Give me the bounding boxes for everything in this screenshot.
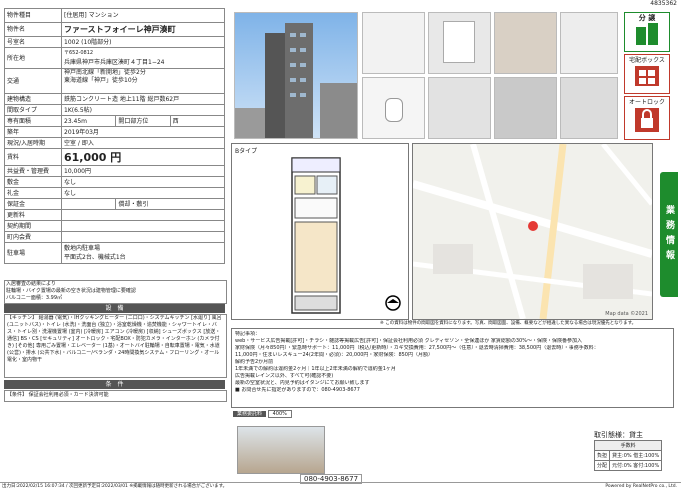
remark-line: 家財保険（月々850円）・緊急時サポート：11,000円（税込/更新時）・カギ交… [235,345,599,351]
guarantee-label: 保証金 [4,198,62,210]
name-label: 物件名 [4,22,62,37]
built-label: 築年 [4,126,62,138]
remark-line: 解約予告2か月前 [235,359,274,365]
layout-value: 1K(6.5帖) [61,104,225,116]
remark-line: ■ お問合せ先に指定がありますので：080-4903-8677 [235,387,360,393]
renewal-label: 更新料 [4,209,62,221]
common-fee-label: 共益費・管理費 [4,165,62,177]
bathroom-photo [362,77,425,139]
window-label: 開口部方位 [115,115,171,127]
rent-value: 61,000 円 [61,148,225,166]
guarantee-value: 償却・敷引 [115,198,225,210]
room-photo [494,12,557,74]
remarks-title: 特記事項： [235,331,261,337]
room-photo [560,12,618,74]
remark-line: web・サービス広告掲載[許可]・チラシ・雑誌等掲載広告[許可]・保証会社利用必… [235,338,582,344]
burden-value: 貸主:0% 借主:100% [609,450,663,461]
remark-line: 1年未満での解約は違約金2ヶ月｜1年以上2年未満の解約で違約金1ヶ月 [235,366,396,372]
status-label: 現況/入居時期 [4,137,62,149]
delivery-box-label: 宅配ボックス [629,57,665,64]
fee-label: 業務委託料 [233,411,267,417]
room-value: 1002 (10階部分) [61,36,225,48]
built-value: 2019年03月 [61,126,225,138]
lock-icon [635,108,659,132]
conditions-text: 【条件】 保証会社利用必須・カード決済可能 [4,390,227,402]
window-value: 西 [169,115,226,127]
area-value: 23.45m [60,115,117,127]
key-money-label: 礼金 [4,187,62,199]
map-attribution: Map data ©2021 [605,311,648,317]
type-label: 物件種目 [4,8,62,23]
remark-line: 広告掲載レインズ以外、すべて可(確認不要) [235,373,334,379]
floorplan-panel: Bタイプ [231,143,409,320]
spec-table: 物件種目 [住居用] マンション 物件名 ファーストフォイーレ神戸湊町 号室名 100… [4,8,226,264]
structure-label: 建物構造 [4,93,62,105]
fee-value: 400% [267,410,292,418]
parking-line: 敷地内駐車場 [64,245,101,252]
area-label: 専有面積 [4,115,62,127]
deposit-label: 敷金 [4,176,62,188]
deposit-value: なし [61,176,225,188]
layout-label: 間取タイプ [4,104,62,116]
building-icon [636,23,658,45]
kitchen-photo [428,12,491,74]
fee-row: 業務委託料 400% [233,410,333,419]
association-fee-label: 町内会費 [4,231,62,243]
remarks-panel: 特記事項： web・サービス広告掲載[許可]・チラシ・雑誌等掲載広告[許可]・保… [231,328,674,408]
distribution-value: 元付:0% 客付:100% [609,460,663,471]
status-value: 空室 / 即入 [61,137,225,149]
office-photo [237,426,325,474]
structure-value: 鉄筋コンクリート造 地上11階 総戸数62戸 [61,93,225,105]
transaction-type: 取引態様：貸主 [594,431,643,439]
address-value: 兵庫県神戸市兵庫区湊町４丁目1−24 [64,59,165,66]
floorplan-drawing [291,157,341,314]
compass-icon [385,295,401,311]
property-name: ファーストフォイーレ神戸湊町 [61,22,225,37]
commission-heading: 手数料 [593,440,663,451]
notes-block: 入居審査の結果により 駐輪場・バイク置場の最新の空き状況は建物管理に要確認 バル… [4,280,227,304]
access-line: 東海道線「神戸」徒歩10分 [64,77,138,84]
note-line: バルコニー面積：3.99㎡ [6,295,63,301]
address-label: 所在地 [4,47,62,69]
building-photo [234,12,358,139]
note-line: 入居審査の結果により [6,281,56,287]
note-line: 駐輪場・バイク置場の最新の空き状況は建物管理に要確認 [6,288,136,294]
commission-table: 手数料 負担 貸主:0% 借主:100% 分配 元付:0% 客付:100% [593,440,663,471]
facility-text: 【キッチン】 給湯器 (電気)・IHクッキングヒーター (二口口)・システムキッ… [4,314,227,378]
floorplan-type: Bタイプ [235,148,258,155]
autolock-label: オートロック [628,99,665,106]
facility-heading: 設 備 [4,304,225,313]
bunjo-label: 分 譲 [638,14,656,22]
common-fee-value: 10,000円 [61,165,225,177]
room-photo [362,12,425,74]
location-map[interactable]: Map data ©2021 [412,143,653,320]
access-line: 神戸南北線「新開地」徒歩2分 [64,69,146,77]
postal-code: 〒652-0812 [64,50,94,56]
delivery-box-icon [635,66,659,86]
distribution-label: 分配 [593,460,611,471]
parking-line: 平面式2台、機械式1台 [64,254,126,261]
hallway-photo [494,77,557,139]
map-roads [413,144,652,319]
key-money-value: なし [61,187,225,199]
type-value: [住居用] マンション [61,8,225,23]
document-id: 4835362 [650,0,677,7]
rent-label: 賃料 [4,148,62,166]
room-label: 号室名 [4,36,62,48]
disclaimer: ※ この資料は物件の間取図を資料になります。写真、間取図面、設備、概要などが相違… [380,321,637,326]
room-photo [560,77,618,139]
parking-label: 駐車場 [4,242,62,264]
room-photo [428,77,491,139]
autolock-badge: オートロック [624,96,670,140]
remark-line: 最新の空室状況と、内見予約はイタンジにてお願い致します [235,380,370,386]
conditions-heading: 条 件 [4,380,225,389]
access-label: 交通 [4,68,62,94]
burden-label: 負担 [593,450,611,461]
delivery-box-badge: 宅配ボックス [624,54,670,94]
bunjo-badge: 分 譲 [624,12,670,52]
remark-line: 11,000円・住まいレスキュー24(2年間・必須)：20,000円・家財保険：… [235,352,433,358]
business-info-tab[interactable]: 業務情報 [660,172,678,297]
contract-label: 契約期間 [4,220,62,232]
